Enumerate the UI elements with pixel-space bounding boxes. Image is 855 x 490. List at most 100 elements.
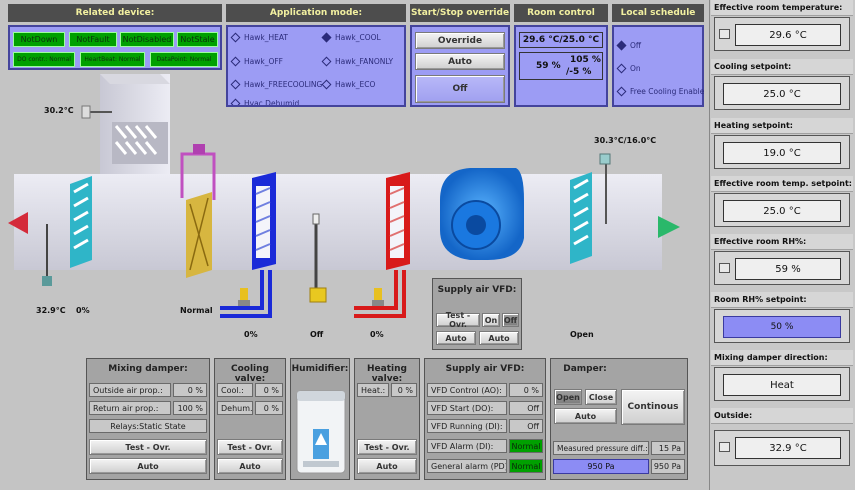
vfd-control-value: 0 % [509,383,543,397]
vfd-test-ovr-button[interactable]: Test - Ovr. [436,311,480,329]
cooling-test-ovr-button[interactable]: Test - Ovr. [217,439,283,455]
outside-sensor-head [42,276,52,286]
vfd-start-label: VFD Start (DO): [427,401,507,415]
general-alarm-label: General alarm (PD): [427,459,507,473]
room-temp-readout: 29.6 °C/25.0 °C [519,32,603,48]
dehum-label: Dehum.: [217,401,253,415]
supply-damper-state: Open [570,330,594,339]
rp-title-effective-room-temp-setpoint: Effective room temp. setpoint: [711,176,853,192]
vfd-alarm-value: Normal [509,439,543,453]
rp-title-mixing-damper-direction: Mixing damper direction: [711,350,853,366]
outside-temp: 32.9°C [36,306,66,315]
vfd-override-title: Supply air VFD: [437,285,517,295]
mixing-damper-title: Mixing damper: [108,364,188,374]
damper-continous-button[interactable]: Continous [621,389,685,425]
ahu-diagram [8,74,680,318]
humidifier-unit-icon [296,390,346,474]
supply-temp: 30.3°C/16.0°C [594,136,657,145]
filter-status: Normal [180,306,213,315]
rp-cooling-setpoint: 25.0 °C [714,76,850,110]
outside-air-damper [70,176,92,268]
supply-vfd-title: Supply air VFD: [445,364,525,374]
return-air-value: 100 % [173,401,207,415]
cooling-auto-button[interactable]: Auto [217,458,283,474]
supply-fan [440,168,524,260]
cooling-valve-panel: Cooling valve: Cool.: 0 % Dehum.: 0 % Te… [214,358,286,480]
relay-state: Relays:Static State [89,419,207,433]
pressure-label: Measured pressure diff.: [553,441,649,455]
return-duct-top [100,74,170,84]
main-duct [14,174,662,270]
mode-heat[interactable]: Hawk_HEAT [230,32,288,43]
cooling-valve-title: Cooling valve: [231,364,269,384]
damper-open-button[interactable]: Open [554,389,582,405]
rp-title-effective-room-temp: Effective room temperature: [711,0,853,16]
rp-effective-room-rh-value: 59 % [735,258,841,280]
vfd-running-label: VFD Running (DI): [427,419,507,433]
rp-outside: 32.9 °C [714,430,850,466]
rp-heating-setpoint-value[interactable]: 19.0 °C [723,142,841,164]
rp-room-rh-setpoint-value[interactable]: 50 % [723,316,841,338]
rp-title-room-rh-setpoint: Room RH% setpoint: [711,292,853,308]
cool-value: 0 % [255,383,283,397]
filter-pressure-head [193,144,205,154]
rp-room-rh-setpoint: 50 % [714,309,850,343]
cooling-valve-actuator [238,288,250,306]
vfd-off-button[interactable]: Off [502,313,519,327]
heating-valve-title: Heating valve: [367,364,407,384]
rp-title-outside: Outside: [711,408,853,424]
heat-value: 0 % [391,383,417,397]
exhaust-temp: 30.2°C [44,106,74,115]
vfd-auto-button-1[interactable]: Auto [436,331,476,345]
mixing-damper-louvres [112,122,168,164]
outside-air-label: Outside air prop.: [89,383,171,397]
outside-air-value: 0 % [173,383,207,397]
heating-valve-pct: 0% [370,330,384,339]
status-notfault: NotFault [69,32,117,47]
start-stop-header: Start/Stop override [410,4,510,22]
vfd-running-value: Off [509,419,543,433]
outlet-arrow [658,216,680,238]
vfd-auto-button-2[interactable]: Auto [479,331,519,345]
humidifier-title: Humidifier: [291,364,349,374]
related-device-header: Related device: [8,4,222,22]
supply-sensor-head [599,153,611,165]
rp-effective-room-temp: 29.6 °C [714,17,850,51]
return-air-label: Return air prop.: [89,401,171,415]
rp-title-effective-room-rh: Effective room RH%: [711,234,853,250]
damper-auto-button[interactable]: Auto [554,408,617,424]
ahu-screen: Related device: Application mode: Start/… [0,0,855,490]
status-notdisabled: NotDisabled [120,32,174,47]
humidifier-panel: Humidifier: [290,358,350,480]
status-notdown: NotDown [13,32,65,47]
damper-title: Damper: [563,364,607,374]
rp-cooling-setpoint-value[interactable]: 25.0 °C [723,83,841,105]
supply-vfd-panel: Supply air VFD: VFD Control (AO): 0 % VF… [424,358,546,480]
vfd-on-button[interactable]: On [482,313,500,327]
mixing-auto-button[interactable]: Auto [89,458,207,474]
pressure-setpoint-bar[interactable]: 950 Pa [553,459,649,474]
schedule-off[interactable]: Off [616,40,641,51]
cooling-valve-pct: 0% [244,330,258,339]
local-schedule-header: Local schedule [612,4,704,22]
status-notstale: NotStale [177,32,218,47]
mode-cool[interactable]: Hawk_COOL [321,32,381,43]
general-alarm-value: Normal [509,459,543,473]
rp-outside-value: 32.9 °C [735,437,841,459]
rp-mixing-damper-direction: Heat [714,367,850,401]
heat-label: Heat.: [357,383,389,397]
override-button[interactable]: Override [415,32,505,49]
rp-mixing-damper-direction-value: Heat [723,374,841,396]
heating-auto-button[interactable]: Auto [357,458,417,474]
outside-damper-pct: 0% [76,306,90,315]
dehum-value: 0 % [255,401,283,415]
filter [186,192,212,278]
heating-test-ovr-button[interactable]: Test - Ovr. [357,439,417,455]
damper-close-button[interactable]: Close [585,389,617,405]
vfd-alarm-label: VFD Alarm (DI): [427,439,507,453]
humidifier-state: Off [310,330,324,339]
rp-effective-room-temp-value: 29.6 °C [735,24,841,46]
mixing-test-ovr-button[interactable]: Test - Ovr. [89,439,207,455]
monitor-icon [719,29,730,39]
heating-valve-panel: Heating valve: Heat.: 0 % Test - Ovr. Au… [354,358,420,480]
